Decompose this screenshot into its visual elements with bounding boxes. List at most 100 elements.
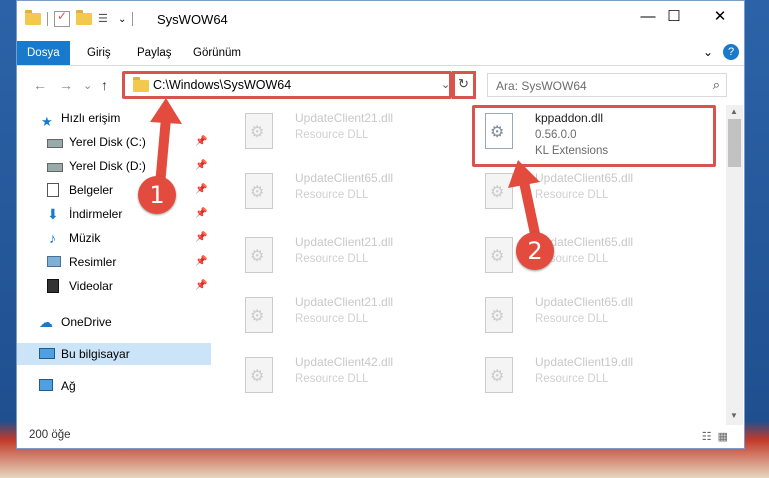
file-description: Resource DLL [295,129,369,141]
dll-file-icon [485,357,513,393]
pin-icon[interactable]: 📌 [195,203,207,225]
file-item[interactable]: UpdateClient21.dll Resource DLL [231,231,451,287]
dll-file-icon [245,237,273,273]
scroll-up-icon[interactable]: ▲ [730,107,738,116]
close-button[interactable]: ✕ [697,1,743,31]
file-name: UpdateClient65.dll [295,171,394,185]
file-description: Resource DLL [535,373,609,385]
scroll-down-icon[interactable]: ▼ [730,411,738,420]
sidebar-item-label: Yerel Disk (C:) [69,135,146,149]
search-placeholder: Ara: SysWOW64 [496,79,587,93]
file-item[interactable]: UpdateClient65.dll Resource DLL [471,167,691,223]
window-title: SysWOW64 [157,12,228,27]
file-item[interactable]: UpdateClient42.dll Resource DLL [231,351,451,407]
up-button[interactable]: ↑ [101,77,108,93]
sidebar-item-downloads[interactable]: ⬇ İndirmeler 📌 [17,203,211,225]
file-name: UpdateClient21.dll [295,295,394,309]
sidebar-item-label: Hızlı erişim [61,111,121,125]
pin-icon[interactable]: 📌 [195,227,207,249]
customize-icon[interactable]: ☰ [98,12,112,26]
file-description: Resource DLL [535,313,609,325]
dll-file-icon [245,113,273,149]
video-icon [47,279,59,293]
pin-icon[interactable]: 📌 [195,131,207,153]
file-name: UpdateClient65.dll [535,295,634,309]
network-icon [39,379,53,391]
sidebar-item-label: İndirmeler [69,207,123,221]
file-description: Resource DLL [535,189,609,201]
sidebar-item-local-disk-d[interactable]: Yerel Disk (D:) 📌 [17,155,211,177]
tab-view[interactable]: Görünüm [183,41,251,65]
sidebar-item-quick-access[interactable]: ★ Hızlı erişim [17,107,211,129]
scrollbar-thumb[interactable] [728,119,741,167]
maximize-button[interactable]: ☐ [651,1,697,31]
back-button[interactable]: ← [33,77,47,93]
refresh-button[interactable]: ↻ [458,76,469,92]
properties-icon[interactable]: ✓ [54,9,70,27]
file-item[interactable]: UpdateClient21.dll Resource DLL [231,107,451,163]
sidebar-item-documents[interactable]: Belgeler 📌 [17,179,211,201]
dll-file-icon [245,173,273,209]
star-icon: ★ [41,114,53,129]
file-item[interactable]: UpdateClient65.dll Resource DLL [231,167,451,223]
file-highlight-box [472,105,716,167]
view-toggle-icons[interactable]: ☷▦ [702,430,734,443]
tab-file[interactable]: Dosya [17,41,70,65]
step-badge-2: 2 [516,232,554,270]
sidebar-item-onedrive[interactable]: ☁ OneDrive [17,311,211,333]
folder-icon [25,10,41,25]
dll-file-icon [485,173,513,209]
sidebar-item-label: Müzik [69,231,101,245]
toolbar-divider [132,12,134,26]
recent-locations-button[interactable]: ⌄ [83,79,92,92]
explorer-window: ✓ ☰ ⌄ SysWOW64 — ☐ ✕ Dosya Giriş Paylaş … [16,0,745,449]
pin-icon[interactable]: 📌 [195,275,207,297]
sidebar-item-videos[interactable]: Videolar 📌 [17,275,211,297]
sidebar-item-this-pc[interactable]: Bu bilgisayar [17,343,211,365]
dll-file-icon [485,297,513,333]
forward-button[interactable]: → [59,77,73,93]
tab-share[interactable]: Paylaş [127,41,182,65]
navigation-bar: ← → ⌄ ↑ C:\Windows\SysWOW64 ⌄ ↻ Ara: Sys… [17,69,744,101]
sidebar-item-label: Yerel Disk (D:) [69,159,146,173]
tab-home[interactable]: Giriş [77,41,121,65]
pin-icon[interactable]: 📌 [195,179,207,201]
file-item[interactable]: UpdateClient21.dll Resource DLL [231,291,451,347]
dll-file-icon [245,357,273,393]
sidebar-item-pictures[interactable]: Resimler 📌 [17,251,211,273]
sidebar-item-music[interactable]: ♪ Müzik 📌 [17,227,211,249]
computer-icon [39,348,55,359]
step-badge-1: 1 [138,176,176,214]
customize-dropdown-icon[interactable]: ⌄ [118,14,126,25]
title-bar: ✓ ☰ ⌄ SysWOW64 — ☐ ✕ [17,1,744,39]
item-count: 200 öğe [29,429,71,441]
file-item[interactable]: UpdateClient19.dll Resource DLL [471,351,691,407]
sidebar-item-local-disk-c[interactable]: Yerel Disk (C:) 📌 [17,131,211,153]
pin-icon[interactable]: 📌 [195,155,207,177]
download-icon: ⬇ [47,206,59,222]
vertical-scrollbar[interactable]: ▲ ▼ [726,105,743,425]
pin-icon[interactable]: 📌 [195,251,207,273]
sidebar-item-label: Belgeler [69,183,114,197]
file-name: UpdateClient65.dll [535,171,634,185]
search-icon[interactable]: ⌕ [713,77,720,93]
pictures-icon [47,256,61,267]
file-description: Resource DLL [295,253,369,265]
music-icon: ♪ [49,230,56,246]
ribbon-expand-icon[interactable]: ⌄ [703,45,713,59]
sidebar-item-network[interactable]: Ağ [17,375,211,397]
toolbar-divider [47,12,48,26]
sidebar-item-label: OneDrive [61,315,112,329]
sidebar-item-label: Videolar [69,279,113,293]
cloud-icon: ☁ [39,314,53,330]
documents-icon [47,183,59,197]
file-item[interactable]: UpdateClient65.dll Resource DLL [471,231,691,287]
drive-icon [47,163,63,172]
new-folder-icon[interactable] [76,10,92,25]
search-input[interactable]: Ara: SysWOW64 ⌕ [487,73,727,97]
help-button[interactable]: ? [723,44,739,60]
file-item[interactable]: UpdateClient65.dll Resource DLL [471,291,691,347]
address-highlight-box [122,71,452,99]
sidebar-item-label: Bu bilgisayar [61,347,130,361]
dll-file-icon [485,237,513,273]
